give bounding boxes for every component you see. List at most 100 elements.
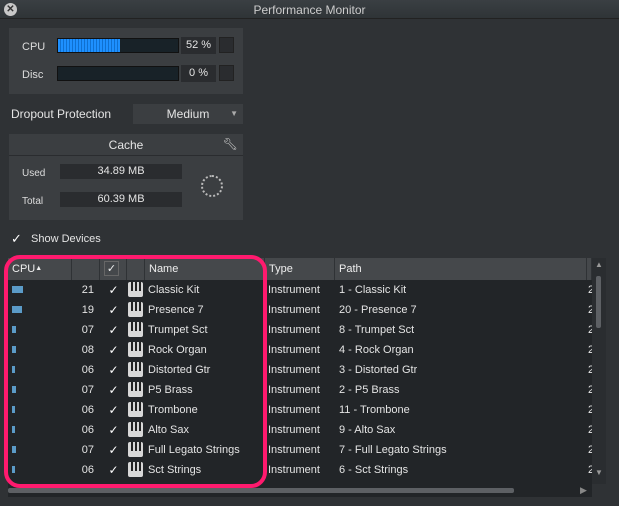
cpu-value: 52 %	[181, 37, 216, 54]
enabled-checkbox[interactable]: ✓	[107, 304, 120, 317]
device-name: Alto Sax	[148, 424, 189, 436]
device-name: Sct Strings	[148, 464, 202, 476]
device-path: 1 - Classic Kit	[339, 284, 407, 296]
device-name: Full Legato Strings	[148, 444, 240, 456]
enabled-checkbox[interactable]: ✓	[107, 384, 120, 397]
enabled-checkbox[interactable]: ✓	[107, 404, 120, 417]
cpu-load-bar	[12, 426, 15, 433]
horizontal-scrollbar[interactable]: ▶	[8, 484, 592, 497]
horizontal-scroll-thumb[interactable]	[8, 488, 514, 493]
cpu-value: 06	[81, 464, 94, 476]
cache-total-label: Total	[22, 196, 44, 207]
cache-title: Cache	[9, 134, 243, 156]
device-type: Instrument	[268, 444, 320, 456]
enabled-checkbox[interactable]: ✓	[107, 364, 120, 377]
table-row[interactable]: 21 ✓ Classic Kit Instrument 1 - Classic …	[8, 280, 592, 300]
enabled-checkbox[interactable]: ✓	[107, 324, 120, 337]
device-type: Instrument	[268, 304, 320, 316]
table-row[interactable]: 06 ✓ Trombone Instrument 11 - Trombone 2	[8, 400, 592, 420]
wrench-icon[interactable]: 🔧︎	[223, 137, 238, 151]
cpu-label: CPU	[22, 41, 46, 53]
device-path: 4 - Rock Organ	[339, 344, 414, 356]
show-devices-label: Show Devices	[31, 233, 101, 245]
device-type: Instrument	[268, 384, 320, 396]
window-title: Performance Monitor	[253, 3, 366, 17]
device-path: 8 - Trumpet Sct	[339, 324, 415, 336]
cpu-value: 07	[81, 444, 94, 456]
chevron-down-icon: ▼	[230, 109, 238, 118]
device-name: P5 Brass	[148, 384, 193, 396]
table-row[interactable]: 07 ✓ Trumpet Sct Instrument 8 - Trumpet …	[8, 320, 592, 340]
cache-total-value: 60.39 MB	[60, 192, 182, 207]
disc-value: 0 %	[181, 65, 216, 82]
cache-used-value: 34.89 MB	[60, 164, 182, 179]
device-path: 3 - Distorted Gtr	[339, 364, 418, 376]
enabled-checkbox[interactable]: ✓	[107, 284, 120, 297]
enabled-checkbox[interactable]: ✓	[107, 464, 120, 477]
device-path: 20 - Presence 7	[339, 304, 417, 316]
column-header-cpu-value[interactable]	[72, 258, 100, 280]
instrument-icon	[128, 282, 143, 297]
device-name: Distorted Gtr	[148, 364, 211, 376]
cache-used-label: Used	[22, 168, 46, 179]
cpu-header-label: CPU	[12, 263, 36, 275]
device-name: Presence 7	[148, 304, 204, 316]
cpu-load-bar	[12, 306, 22, 313]
scroll-right-icon[interactable]: ▶	[580, 485, 587, 496]
show-devices-checkbox[interactable]: ✓	[11, 232, 24, 245]
instrument-icon	[128, 362, 143, 377]
dropout-protection-select[interactable]: Medium ▼	[133, 104, 243, 124]
cpu-meter	[57, 38, 179, 53]
enabled-checkbox[interactable]: ✓	[107, 444, 120, 457]
devices-table: CPU▲ ✓ Name Type Path 21 ✓ Classic Kit I…	[8, 258, 592, 484]
column-header-enabled[interactable]: ✓	[100, 258, 127, 280]
device-type: Instrument	[268, 424, 320, 436]
column-header-path[interactable]: Path	[335, 258, 587, 280]
cpu-value: 06	[81, 424, 94, 436]
disc-overload-indicator	[219, 65, 234, 81]
vertical-scrollbar[interactable]: ▲ ▼	[592, 258, 606, 484]
instrument-icon	[128, 462, 143, 477]
cpu-load-bar	[12, 346, 16, 353]
cpu-overload-indicator	[219, 37, 234, 53]
table-row[interactable]: 06 ✓ Sct Strings Instrument 6 - Sct Stri…	[8, 460, 592, 480]
cpu-value: 08	[81, 344, 94, 356]
column-header-name[interactable]: Name	[145, 258, 265, 280]
enabled-checkbox[interactable]: ✓	[107, 344, 120, 357]
device-type: Instrument	[268, 404, 320, 416]
column-header-cpu[interactable]: CPU▲	[8, 258, 72, 280]
disc-label: Disc	[22, 69, 44, 81]
column-header-type[interactable]: Type	[265, 258, 335, 280]
cpu-value: 19	[81, 304, 94, 316]
instrument-icon	[128, 342, 143, 357]
device-path: 2 - P5 Brass	[339, 384, 400, 396]
cpu-load-bar	[12, 286, 23, 293]
device-path: 6 - Sct Strings	[339, 464, 409, 476]
instrument-icon	[128, 302, 143, 317]
meters-panel: CPU 52 % Disc 0 %	[9, 28, 243, 94]
column-header-icon	[127, 258, 145, 280]
table-row[interactable]: 07 ✓ P5 Brass Instrument 2 - P5 Brass 2	[8, 380, 592, 400]
table-row[interactable]: 07 ✓ Full Legato Strings Instrument 7 - …	[8, 440, 592, 460]
enabled-checkbox[interactable]: ✓	[107, 424, 120, 437]
device-type: Instrument	[268, 364, 320, 376]
table-row[interactable]: 06 ✓ Distorted Gtr Instrument 3 - Distor…	[8, 360, 592, 380]
cache-panel: Cache 🔧︎ Used 34.89 MB Total 60.39 MB	[9, 134, 243, 220]
scroll-down-icon[interactable]: ▼	[595, 468, 603, 477]
select-all-checkbox[interactable]: ✓	[104, 261, 119, 276]
spinner-icon	[201, 175, 223, 197]
table-row[interactable]: 06 ✓ Alto Sax Instrument 9 - Alto Sax 2	[8, 420, 592, 440]
device-name: Trombone	[148, 404, 198, 416]
vertical-scroll-thumb[interactable]	[596, 276, 601, 328]
instrument-icon	[128, 422, 143, 437]
sort-ascending-icon: ▲	[35, 265, 43, 272]
table-row[interactable]: 08 ✓ Rock Organ Instrument 4 - Rock Orga…	[8, 340, 592, 360]
device-name: Classic Kit	[148, 284, 200, 296]
table-row[interactable]: 19 ✓ Presence 7 Instrument 20 - Presence…	[8, 300, 592, 320]
dropout-protection-label: Dropout Protection	[11, 107, 112, 121]
cpu-load-bar	[12, 326, 16, 333]
scroll-up-icon[interactable]: ▲	[595, 260, 603, 269]
cpu-load-bar	[12, 466, 15, 473]
cpu-load-bar	[12, 386, 16, 393]
device-type: Instrument	[268, 324, 320, 336]
